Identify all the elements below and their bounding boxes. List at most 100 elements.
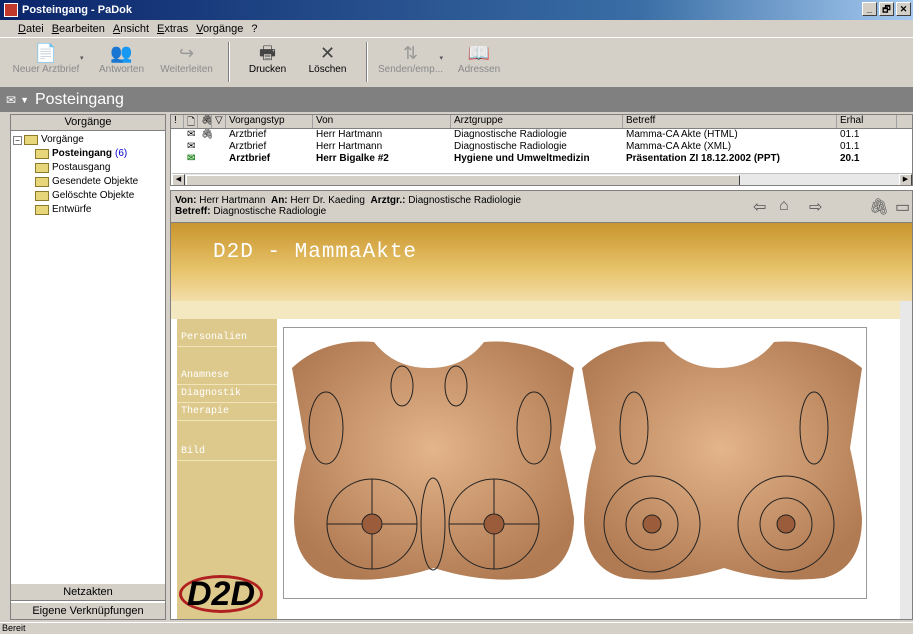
scroll-left-icon[interactable]: ◀: [172, 174, 185, 185]
preview-header: Von: Herr Hartmann An: Herr Dr. Kaeding …: [171, 191, 912, 223]
folder-pane: Vorgänge − Vorgänge Posteingang (6) Postau…: [10, 114, 166, 620]
document-vscrollbar[interactable]: [900, 301, 912, 619]
message-list-hscrollbar[interactable]: ◀ ▶: [172, 173, 912, 185]
forward-arrow-icon[interactable]: ⇨: [809, 197, 822, 217]
preview-subject-line: Betreff: Diagnostische Radiologie: [175, 206, 327, 217]
nav-anamnese[interactable]: Anamnese: [177, 367, 277, 385]
d2d-logo: D2D: [177, 569, 265, 619]
preview-meta-line: Von: Herr Hartmann An: Herr Dr. Kaeding …: [175, 195, 522, 206]
addresses-button[interactable]: 📖 Adressen: [449, 38, 509, 86]
reply-icon: 👥: [110, 43, 133, 63]
folder-dropdown-icon[interactable]: ▼: [20, 95, 29, 105]
paperclip-icon[interactable]: 🖇: [869, 197, 889, 217]
menu-bar: Datei Bearbeiten Ansicht Extras Vorgänge…: [0, 20, 913, 38]
unread-envelope-icon: ✉: [187, 153, 196, 164]
column-importance[interactable]: !: [171, 115, 184, 128]
eigene-verknuepfungen-button[interactable]: Eigene Verknüpfungen: [11, 602, 165, 620]
menu-help[interactable]: ?: [251, 23, 257, 35]
toolbar-separator: [227, 42, 230, 82]
unread-count: (6): [115, 148, 128, 159]
column-von[interactable]: Von: [313, 115, 451, 128]
anatomy-diagram: [292, 341, 862, 580]
sent-folder-icon: [35, 177, 49, 187]
drafts-folder-icon: [35, 205, 49, 215]
printer-icon: 🖶: [259, 43, 277, 63]
delete-button[interactable]: ✕ Löschen: [298, 38, 358, 86]
read-envelope-icon: ✉: [187, 129, 196, 140]
folder-header: ✉ ▼ Posteingang: [0, 88, 913, 112]
column-type-icon[interactable]: 🗋: [184, 115, 198, 128]
menu-bearbeiten[interactable]: Bearbeiten: [52, 23, 105, 35]
app-window: { "window":{"title":"Posteingang - PaDok…: [0, 0, 913, 634]
collapse-icon[interactable]: −: [13, 135, 22, 145]
delete-icon: ✕: [319, 43, 336, 63]
message-list: ! 🗋 🖇 ▽ Vorgangstyp Von Arztgruppe Betre…: [170, 114, 913, 186]
send-receive-button[interactable]: ⇅ Senden/emp...: [376, 38, 446, 86]
column-vorgangstyp[interactable]: Vorgangstyp: [226, 115, 313, 128]
message-row[interactable]: ✉ Arztbrief Herr Bigalke #2 Hygiene und Um…: [171, 153, 912, 165]
minimize-button[interactable]: _: [862, 2, 877, 16]
back-arrow-icon[interactable]: ⇦: [753, 197, 766, 217]
print-button[interactable]: 🖶 Drucken: [238, 38, 298, 86]
column-erhalten[interactable]: Erhal: [837, 115, 897, 128]
document-banner: D2D - MammaAkte: [171, 223, 912, 301]
preview-pane: Von: Herr Hartmann An: Herr Dr. Kaeding …: [170, 190, 913, 620]
column-attachment[interactable]: 🖇: [198, 115, 212, 128]
folder-pane-header: Vorgänge: [11, 115, 165, 131]
content-pane: ! 🗋 🖇 ▽ Vorgangstyp Von Arztgruppe Betre…: [170, 114, 913, 620]
menu-vorgaenge[interactable]: Vorgänge: [196, 23, 243, 35]
inbox-icon: [35, 149, 49, 159]
sidebar-item-geloeschte[interactable]: Gelöschte Objekte: [13, 189, 165, 203]
new-dropdown-icon[interactable]: ▾: [80, 54, 84, 62]
folder-icon: [24, 135, 38, 145]
reply-button[interactable]: 👥 Antworten: [90, 38, 154, 86]
column-flag[interactable]: ▽: [212, 115, 226, 128]
folder-icon: ✉: [6, 93, 17, 107]
forward-button[interactable]: ↪ Weiterleiten: [154, 38, 220, 86]
forward-icon: ↪: [178, 43, 195, 63]
read-envelope-icon: ✉: [187, 141, 196, 152]
nav-therapie[interactable]: Therapie: [177, 403, 277, 421]
menu-datei[interactable]: Datei: [18, 23, 44, 35]
send-receive-icon: ⇅: [402, 43, 419, 63]
message-row[interactable]: ✉🖇 ArztbriefHerr HartmannDiagnostische R…: [171, 129, 912, 141]
toolbar-separator: [365, 42, 368, 82]
new-letter-icon: 📄: [34, 43, 58, 63]
window-icon[interactable]: ▭: [895, 197, 910, 217]
column-betreff[interactable]: Betreff: [623, 115, 837, 128]
nav-diagnostik[interactable]: Diagnostik: [177, 385, 277, 403]
message-row[interactable]: ✉ Arztbrief Herr Hartmann Diagnostische Ra…: [171, 141, 912, 153]
banner-band: [171, 301, 912, 319]
tree-root[interactable]: − Vorgänge: [13, 133, 165, 147]
sidebar-item-gesendete[interactable]: Gesendete Objekte: [13, 175, 165, 189]
document-view: D2D - MammaAkte Personalien Anamnese Dia…: [171, 223, 912, 619]
new-letter-button[interactable]: 📄 Neuer Arztbrief: [6, 38, 86, 86]
netzakten-button[interactable]: Netzakten: [11, 583, 165, 601]
window-title: Posteingang - PaDok: [22, 4, 133, 16]
toolbar: 📄 Neuer Arztbrief ▾ 👥 Antworten ↪ Weiterlei…: [0, 38, 913, 88]
scroll-right-icon[interactable]: ▶: [899, 174, 912, 185]
address-book-icon: 📖: [467, 43, 491, 63]
scroll-thumb[interactable]: [186, 175, 740, 185]
app-icon: [4, 3, 18, 17]
document-title: D2D - MammaAkte: [213, 241, 418, 264]
anatomy-image: [283, 327, 867, 599]
folder-tree: − Vorgänge Posteingang (6) Postausgang Ges…: [11, 131, 165, 217]
trash-folder-icon: [35, 191, 49, 201]
sidebar-item-postausgang[interactable]: Postausgang: [13, 161, 165, 175]
home-icon[interactable]: ⌂: [779, 197, 789, 215]
menu-ansicht[interactable]: Ansicht: [113, 23, 149, 35]
folder-title: Posteingang: [34, 91, 124, 108]
attachment-icon: 🖇: [198, 129, 212, 141]
send-dropdown-icon[interactable]: ▾: [440, 54, 444, 62]
sidebar-item-entwuerfe[interactable]: Entwürfe: [13, 203, 165, 217]
message-list-header: ! 🗋 🖇 ▽ Vorgangstyp Von Arztgruppe Betre…: [171, 115, 912, 129]
nav-bild[interactable]: Bild: [177, 443, 277, 461]
nav-personalien[interactable]: Personalien: [177, 329, 277, 347]
menu-extras[interactable]: Extras: [157, 23, 188, 35]
sidebar-item-posteingang[interactable]: Posteingang (6): [13, 147, 165, 161]
restore-button[interactable]: 🗗: [879, 2, 894, 16]
title-bar: Posteingang - PaDok _ 🗗 ✕: [0, 0, 913, 20]
column-arztgruppe[interactable]: Arztgruppe: [451, 115, 623, 128]
close-button[interactable]: ✕: [896, 2, 911, 16]
